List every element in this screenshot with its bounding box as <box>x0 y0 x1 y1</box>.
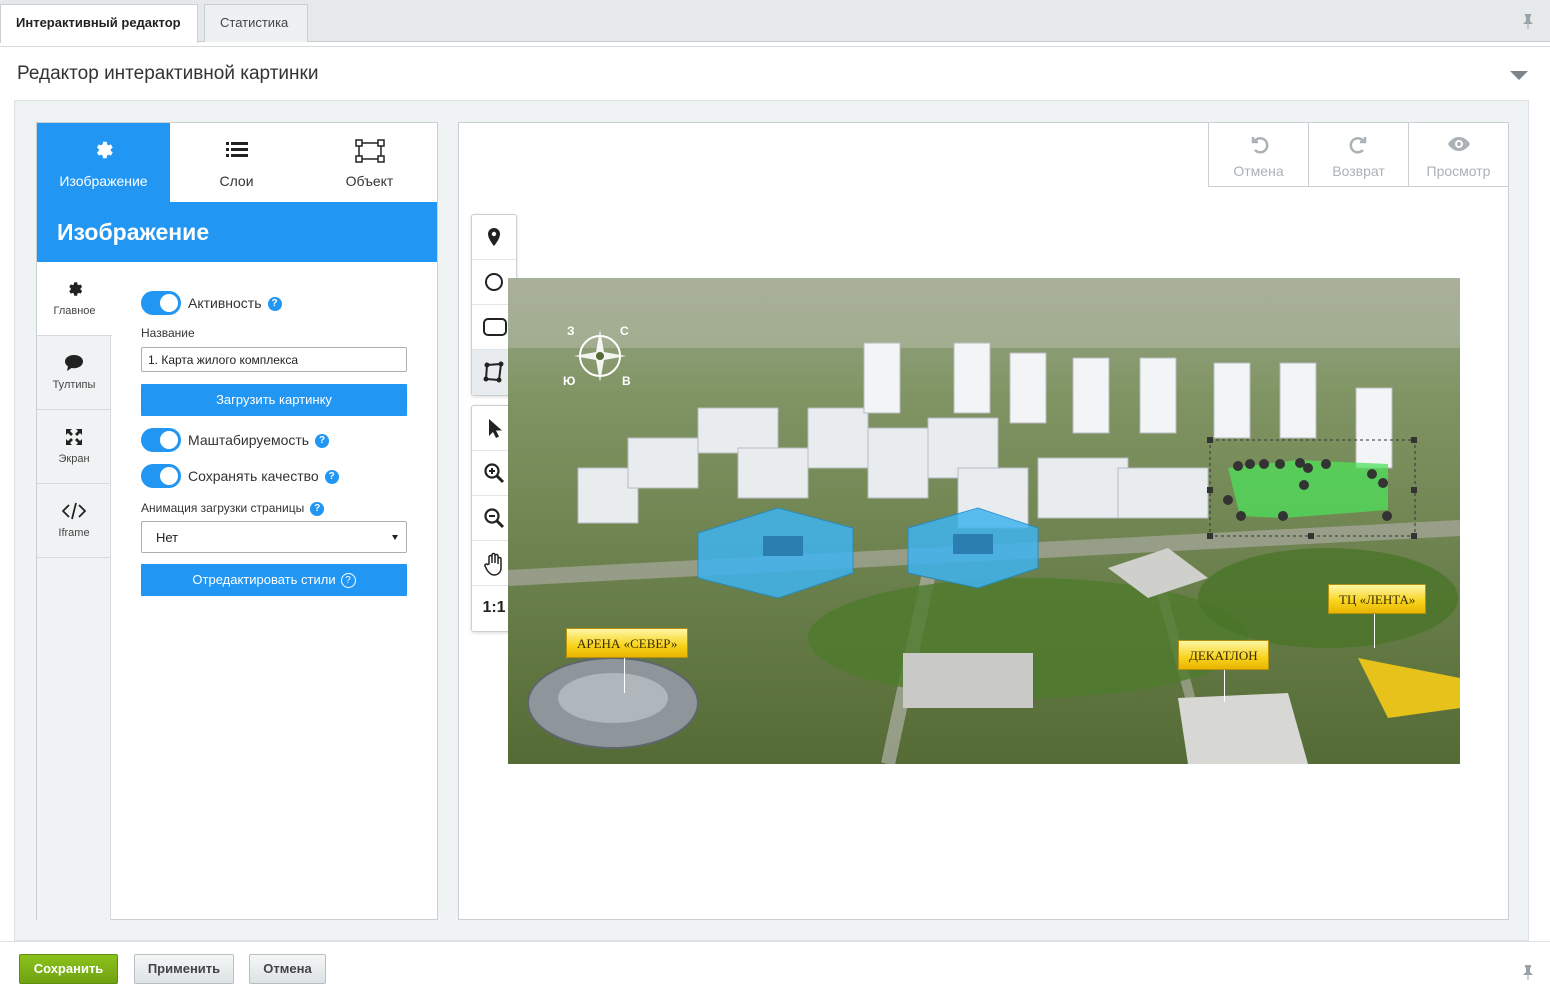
name-label: Название <box>141 326 195 340</box>
fullscreen-arrows-icon <box>37 428 111 448</box>
hand-icon <box>484 552 502 576</box>
polygon-icon <box>483 361 504 383</box>
label-stem <box>1224 670 1225 702</box>
quality-toggle-row: Сохранять качество? <box>141 464 409 488</box>
vtab-main[interactable]: Главное <box>37 262 112 336</box>
map-label-lenta[interactable]: ТЦ «ЛЕНТА» <box>1328 584 1427 614</box>
cancel-button[interactable]: Отмена <box>249 954 326 984</box>
gear-icon <box>37 139 170 163</box>
tab-layers[interactable]: Слои <box>170 123 303 202</box>
help-icon: ? <box>340 573 356 589</box>
redo-icon <box>1309 133 1408 157</box>
footer-bar: Сохранить Применить Отмена <box>0 941 1550 997</box>
redo-label: Возврат <box>1332 163 1385 179</box>
object-bounds-icon <box>303 139 436 163</box>
vtab-tooltips[interactable]: Тултипы <box>37 336 111 410</box>
zoom-out-icon <box>484 508 505 529</box>
tab-layers-label: Слои <box>219 173 254 189</box>
circle-icon <box>485 273 503 291</box>
active-label: Активность <box>188 295 262 311</box>
preview-button[interactable]: Просмотр <box>1408 122 1509 187</box>
aerial-map-image: З С Ю В АРЕНА «СЕВЕР» ДЕКАТЛОН ТЦ «ЛЕНТА… <box>508 278 1460 764</box>
pin-icon[interactable] <box>1522 13 1536 29</box>
quality-label: Сохранять качество <box>188 468 319 484</box>
undo-icon <box>1209 133 1308 157</box>
eye-icon <box>1409 133 1508 157</box>
apply-button[interactable]: Применить <box>134 954 234 984</box>
animation-select[interactable]: Нет <box>141 521 407 553</box>
animation-label: Анимация загрузки страницы <box>141 501 305 515</box>
animation-label-row: Анимация загрузки страницы? <box>141 501 325 516</box>
animation-select-value: Нет <box>156 530 179 545</box>
vtab-iframe-label: Iframe <box>58 527 90 539</box>
marker-tool[interactable] <box>472 215 516 260</box>
active-toggle[interactable] <box>141 291 181 315</box>
active-toggle-row: Активность? <box>141 291 409 315</box>
section-header: Изображение <box>37 202 437 262</box>
undo-label: Отмена <box>1233 163 1284 179</box>
page-title: Редактор интерактивной картинки <box>17 63 319 84</box>
edit-styles-button[interactable]: Отредактировать стили? <box>141 564 407 596</box>
settings-tabs: Изображение Слои Объект <box>37 123 437 202</box>
compass-west: З <box>567 324 575 338</box>
compass-north: С <box>620 324 629 338</box>
layers-list-icon <box>170 139 303 163</box>
redo-button[interactable]: Возврат <box>1308 122 1409 187</box>
editor-panel: Редактор интерактивной картинки Изображе… <box>0 46 1550 941</box>
collapse-arrow-icon[interactable] <box>1510 71 1528 80</box>
undo-button[interactable]: Отмена <box>1208 122 1309 187</box>
tab-interactive-editor[interactable]: Интерактивный редактор <box>0 4 198 43</box>
settings-panel: Изображение Слои Объект Изображение Глав… <box>36 122 438 920</box>
rounded-rect-icon <box>483 318 507 336</box>
vtab-iframe[interactable]: Iframe <box>37 484 111 558</box>
tab-image[interactable]: Изображение <box>37 123 170 202</box>
scalable-label: Маштабируемость <box>188 432 310 448</box>
chevron-down-icon <box>392 535 398 540</box>
compass-east: В <box>622 374 631 388</box>
save-button[interactable]: Сохранить <box>19 954 118 984</box>
map-pin-icon <box>488 228 500 246</box>
vtab-tooltips-label: Тултипы <box>52 379 96 391</box>
map-illustration <box>508 278 1460 764</box>
help-icon[interactable]: ? <box>310 501 325 516</box>
map-label-decathlon[interactable]: ДЕКАТЛОН <box>1178 640 1269 670</box>
preview-label: Просмотр <box>1426 163 1491 179</box>
label-stem <box>624 658 625 693</box>
vertical-tabs: Главное Тултипы Экран Iframe <box>37 262 112 920</box>
tab-object[interactable]: Объект <box>303 123 436 202</box>
compass-south: Ю <box>563 374 576 388</box>
map-label-arena[interactable]: АРЕНА «СЕВЕР» <box>566 628 689 658</box>
upload-image-button[interactable]: Загрузить картинку <box>141 384 407 416</box>
cursor-arrow-icon <box>489 419 502 438</box>
zoom-in-icon <box>484 463 505 484</box>
help-icon[interactable]: ? <box>324 470 339 485</box>
tab-image-label: Изображение <box>59 173 148 189</box>
tab-object-label: Объект <box>345 173 394 189</box>
code-brackets-icon <box>37 502 111 522</box>
pin-icon[interactable] <box>1522 964 1536 980</box>
help-icon[interactable]: ? <box>267 297 282 312</box>
workspace: Изображение Слои Объект Изображение Глав… <box>14 100 1529 941</box>
top-tab-bar: Интерактивный редактор Статистика <box>0 0 1550 43</box>
vtab-screen-label: Экран <box>58 453 90 465</box>
tab-statistics[interactable]: Статистика <box>204 4 308 42</box>
scalable-toggle[interactable] <box>141 428 181 452</box>
help-icon[interactable]: ? <box>315 434 330 449</box>
label-stem <box>1374 614 1375 648</box>
edit-styles-label: Отредактировать стили <box>192 572 336 587</box>
vtab-screen[interactable]: Экран <box>37 410 111 484</box>
speech-bubble-icon <box>37 354 111 374</box>
vtab-main-label: Главное <box>53 305 96 317</box>
gear-icon <box>37 280 112 300</box>
scalable-toggle-row: Маштабируемость? <box>141 428 409 452</box>
name-input[interactable] <box>141 347 407 372</box>
quality-toggle[interactable] <box>141 464 181 488</box>
image-canvas: Отмена Возврат Просмотр 1:1 З С Ю В АРЕН… <box>458 122 1509 920</box>
